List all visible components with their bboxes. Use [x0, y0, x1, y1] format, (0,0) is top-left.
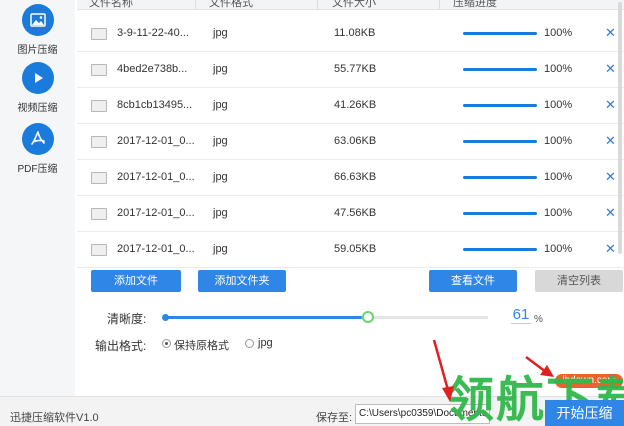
image-thumbnail-icon: [91, 64, 107, 76]
column-header-name: 文件名称: [89, 0, 133, 9]
progress-value: 100%: [544, 99, 573, 111]
image-thumbnail-icon: [91, 136, 107, 148]
sidebar-item-label: 视频压缩: [17, 103, 58, 114]
pdf-icon: [21, 123, 54, 155]
file-name: 2017-12-01_0...: [117, 243, 195, 255]
sidebar-item-image-compress[interactable]: 图片压缩: [0, 4, 75, 56]
table-row[interactable]: 4bed2e738b... jpg 55.77KB 100% ✕: [77, 52, 624, 88]
scrollbar[interactable]: [618, 2, 622, 254]
radio-jpg[interactable]: [245, 339, 254, 348]
file-format: jpg: [213, 171, 228, 183]
remove-file-icon[interactable]: ✕: [605, 133, 616, 149]
sidebar-item-label: PDF压缩: [17, 164, 58, 175]
file-size: 55.77KB: [334, 63, 377, 75]
table-row[interactable]: 2017-12-01_0... jpg 66.63KB 100% ✕: [77, 160, 624, 196]
file-name: 3-9-11-22-40...: [117, 27, 189, 39]
clarity-slider-fill: [165, 316, 363, 319]
sidebar-item-label: 图片压缩: [17, 45, 58, 56]
progress-bar: [463, 140, 537, 143]
progress-bar: [463, 68, 537, 71]
remove-file-icon[interactable]: ✕: [605, 169, 616, 185]
clarity-value-input[interactable]: 61: [511, 306, 531, 324]
file-size: 47.56KB: [334, 207, 377, 219]
progress-bar: [463, 32, 537, 35]
clarity-slider-handle[interactable]: [362, 311, 374, 323]
file-size: 59.05KB: [334, 243, 377, 255]
remove-file-icon[interactable]: ✕: [605, 97, 616, 113]
table-row[interactable]: 2017-12-01_0... jpg 59.05KB 100% ✕: [77, 232, 624, 268]
progress-value: 100%: [544, 63, 573, 75]
app-version: 迅捷压缩软件V1.0: [10, 412, 99, 424]
progress-bar: [463, 176, 537, 179]
table-row[interactable]: 2017-12-01_0... jpg 63.06KB 100% ✕: [77, 124, 624, 160]
image-thumbnail-icon: [91, 28, 107, 40]
start-compress-button[interactable]: 开始压缩: [545, 400, 624, 426]
file-format: jpg: [213, 63, 228, 75]
file-format: jpg: [213, 99, 228, 111]
file-format: jpg: [213, 27, 228, 39]
progress-bar: [463, 248, 537, 251]
progress-value: 100%: [544, 135, 573, 147]
radio-keep-original[interactable]: [162, 339, 171, 348]
column-divider: [317, 0, 318, 9]
progress-bar: [463, 212, 537, 215]
output-format-label: 输出格式:: [95, 339, 147, 353]
image-thumbnail-icon: [91, 100, 107, 112]
save-location-label: 保存至:: [316, 412, 353, 424]
column-header-size: 文件大小: [332, 0, 376, 9]
file-format: jpg: [213, 135, 228, 147]
table-row[interactable]: 3-9-11-22-40... jpg 11.08KB 100% ✕: [77, 16, 624, 52]
progress-value: 100%: [544, 207, 573, 219]
remove-file-icon[interactable]: ✕: [605, 241, 616, 257]
clarity-label: 清晰度:: [107, 312, 147, 326]
column-header-format: 文件格式: [209, 0, 253, 9]
file-format: jpg: [213, 207, 228, 219]
image-thumbnail-icon: [91, 244, 107, 256]
annotation-arrow-icon: [432, 339, 454, 402]
file-size: 41.26KB: [334, 99, 377, 111]
remove-file-icon[interactable]: ✕: [605, 61, 616, 77]
progress-bar: [463, 104, 537, 107]
image-icon: [21, 4, 54, 36]
remove-file-icon[interactable]: ✕: [605, 205, 616, 221]
file-name: 2017-12-01_0...: [117, 207, 195, 219]
clarity-unit: %: [534, 314, 543, 325]
view-files-button[interactable]: 查看文件: [429, 270, 517, 292]
file-format: jpg: [213, 243, 228, 255]
sidebar: [0, 0, 75, 396]
progress-value: 100%: [544, 243, 573, 255]
radio-keep-original-label: 保持原格式: [174, 340, 229, 352]
image-thumbnail-icon: [91, 208, 107, 220]
progress-value: 100%: [544, 171, 573, 183]
add-file-button[interactable]: 添加文件: [91, 270, 181, 292]
sidebar-item-video-compress[interactable]: 视频压缩: [0, 62, 75, 114]
image-thumbnail-icon: [91, 172, 107, 184]
column-divider: [195, 0, 196, 9]
file-name: 2017-12-01_0...: [117, 135, 195, 147]
clarity-slider[interactable]: [165, 316, 488, 319]
file-name: 2017-12-01_0...: [117, 171, 195, 183]
remove-file-icon[interactable]: ✕: [605, 25, 616, 41]
sidebar-item-pdf-compress[interactable]: PDF压缩: [0, 123, 75, 175]
file-name: 4bed2e738b...: [117, 63, 188, 75]
table-row[interactable]: 8cb1cb13495... jpg 41.26KB 100% ✕: [77, 88, 624, 124]
clear-list-button[interactable]: 清空列表: [535, 270, 623, 292]
radio-jpg-label: jpg: [258, 337, 273, 349]
slider-start-dot: [162, 314, 169, 321]
file-size: 66.63KB: [334, 171, 377, 183]
annotation-arrow-icon: [525, 356, 554, 377]
table-row[interactable]: 2017-12-01_0... jpg 47.56KB 100% ✕: [77, 196, 624, 232]
column-divider: [439, 0, 440, 9]
table-header: 文件名称 文件格式 文件大小 压缩进度: [77, 0, 624, 10]
file-name: 8cb1cb13495...: [117, 99, 193, 111]
column-header-progress: 压缩进度: [453, 0, 497, 9]
file-size: 63.06KB: [334, 135, 377, 147]
play-icon: [21, 62, 54, 94]
add-folder-button[interactable]: 添加文件夹: [198, 270, 286, 292]
file-size: 11.08KB: [334, 27, 376, 39]
progress-value: 100%: [544, 27, 573, 39]
